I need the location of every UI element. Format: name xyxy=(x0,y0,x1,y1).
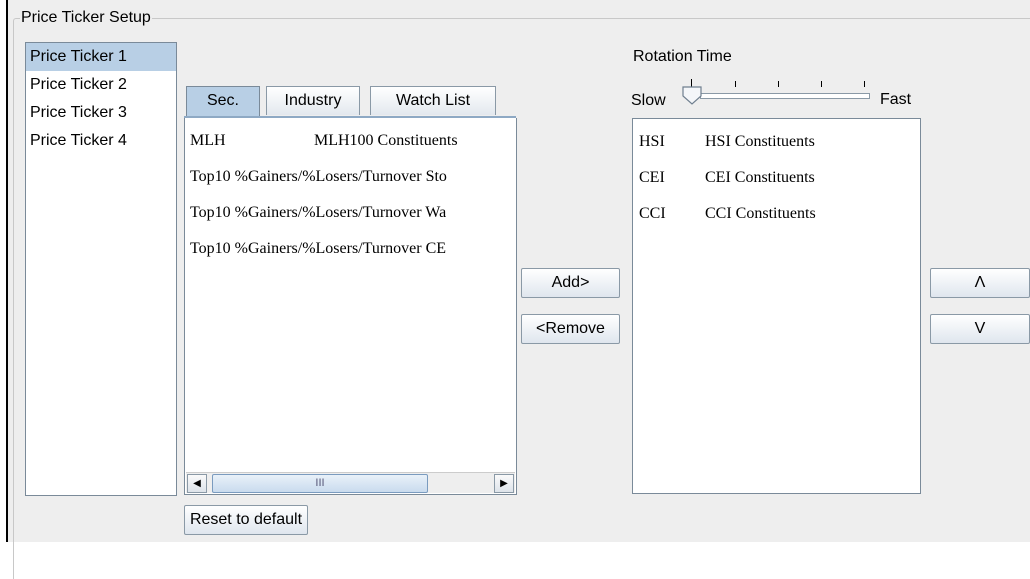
slow-label: Slow xyxy=(631,92,666,109)
tab-industry[interactable]: Industry xyxy=(266,86,360,115)
slider-thumb[interactable] xyxy=(681,86,703,106)
tab-sec[interactable]: Sec. xyxy=(186,86,260,117)
ticker-item-3[interactable]: Price Ticker 3 xyxy=(26,99,176,127)
item-code: Top10 %Gainers/%Losers/Turnover Wa xyxy=(190,204,447,221)
scroll-thumb[interactable]: III xyxy=(212,474,428,493)
item-code: CCI xyxy=(639,205,666,222)
add-button[interactable]: Add> xyxy=(521,268,620,298)
slider-tick xyxy=(864,81,865,87)
move-down-button[interactable]: V xyxy=(930,314,1030,344)
item-code: Top10 %Gainers/%Losers/Turnover CE xyxy=(190,240,447,257)
item-code: MLH xyxy=(190,132,226,149)
horizontal-scrollbar[interactable]: ◀ III ▶ xyxy=(186,472,515,493)
ticker-item-4[interactable]: Price Ticker 4 xyxy=(26,127,176,155)
selected-list[interactable]: HSI HSI Constituents CEI CEI Constituent… xyxy=(632,118,921,494)
ticker-list[interactable]: Price Ticker 1 Price Ticker 2 Price Tick… xyxy=(25,42,177,496)
item-desc: CCI Constituents xyxy=(705,205,816,222)
move-up-button[interactable]: Λ xyxy=(930,268,1030,298)
slider-tick xyxy=(778,81,779,87)
fast-label: Fast xyxy=(880,91,912,108)
rotation-time-label: Rotation Time xyxy=(633,48,732,65)
item-desc: MLH100 Constituents xyxy=(314,132,458,149)
item-code: HSI xyxy=(639,133,665,150)
item-code: CEI xyxy=(639,169,665,186)
item-desc: HSI Constituents xyxy=(705,133,815,150)
slider-tick xyxy=(821,81,822,87)
slider-tick xyxy=(735,81,736,87)
reset-to-default-button[interactable]: Reset to default xyxy=(184,505,308,535)
rotation-slider-track[interactable] xyxy=(700,93,870,99)
tab-watch-list[interactable]: Watch List xyxy=(370,86,496,115)
scroll-left-icon[interactable]: ◀ xyxy=(187,474,207,493)
scroll-right-icon[interactable]: ▶ xyxy=(494,474,514,493)
available-list[interactable]: MLH MLH100 Constituents Top10 %Gainers/%… xyxy=(184,118,517,495)
ticker-item-2[interactable]: Price Ticker 2 xyxy=(26,71,176,99)
ticker-item-1[interactable]: Price Ticker 1 xyxy=(26,43,176,71)
group-title: Price Ticker Setup xyxy=(20,8,152,28)
remove-button[interactable]: <Remove xyxy=(521,314,620,344)
item-code: Top10 %Gainers/%Losers/Turnover Sto xyxy=(190,168,447,185)
item-desc: CEI Constituents xyxy=(705,169,815,186)
